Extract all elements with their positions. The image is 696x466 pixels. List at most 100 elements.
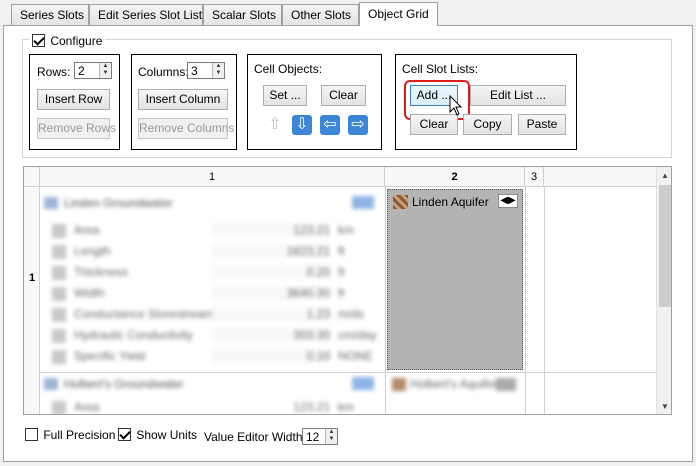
- cell-2-1-title: Holbert's Groundwater: [64, 377, 184, 391]
- remove-columns-button[interactable]: Remove Columns: [138, 118, 234, 139]
- slot-icon: [52, 350, 66, 364]
- slot-icon: [52, 401, 66, 414]
- expand-collapse-icon: [496, 378, 516, 391]
- col-header-3[interactable]: 3: [525, 167, 544, 187]
- col-header-1[interactable]: 1: [40, 167, 385, 187]
- rows-label: Rows:: [37, 65, 71, 79]
- slot-value: 123.21: [293, 400, 330, 414]
- cell-1-1[interactable]: Linden Groundwater Area 123.21 km Length…: [42, 191, 382, 371]
- slot-icon: [52, 224, 66, 238]
- row-divider: [40, 372, 656, 373]
- slot-unit: m/ds: [338, 307, 365, 321]
- configure-checkbox[interactable]: [32, 34, 45, 48]
- row-header-1[interactable]: 1: [24, 272, 40, 284]
- slot-icon: [52, 245, 66, 259]
- slot-unit: ft: [338, 286, 345, 300]
- insert-row-button[interactable]: Insert Row: [37, 89, 110, 110]
- full-precision-checkbox[interactable]: [25, 428, 38, 442]
- cell-1-2[interactable]: Linden Aquifer ◀▶: [387, 189, 523, 370]
- value-editor-width-label: Value Editor Width:: [204, 430, 306, 444]
- cell-1-2-title: Linden Aquifer: [412, 195, 489, 209]
- slot-unit: km: [338, 400, 354, 414]
- copy-slot-list-button[interactable]: Copy: [463, 114, 512, 135]
- slot-unit: cm/day: [338, 328, 377, 342]
- rows-spin-arrows[interactable]: ▲ ▼: [99, 63, 111, 78]
- row-header-column: [24, 187, 40, 414]
- full-precision-option[interactable]: Full Precision: [25, 427, 115, 442]
- move-left-icon[interactable]: ⇦: [320, 115, 340, 135]
- slot-value: 303.30: [212, 328, 330, 342]
- cell-slot-lists-label: Cell Slot Lists:: [402, 62, 479, 76]
- scrollbar-thumb[interactable]: [659, 185, 671, 307]
- object-grid[interactable]: 1 2 3 1 Linden Groundwater Area 123.21 k…: [23, 166, 672, 415]
- move-down-icon[interactable]: ⇩: [292, 115, 312, 135]
- columns-spin-arrows[interactable]: ▲ ▼: [212, 63, 224, 78]
- configure-label: Configure: [50, 33, 103, 48]
- spin-up-icon[interactable]: ▲: [326, 429, 337, 436]
- remove-rows-button[interactable]: Remove Rows: [37, 118, 116, 139]
- show-units-label: Show Units: [136, 427, 198, 442]
- show-units-option[interactable]: Show Units: [118, 427, 197, 442]
- aquifer-icon: [392, 378, 406, 391]
- slot-name: Width: [74, 286, 105, 300]
- slot-row: Width 3640.30 ft: [52, 286, 372, 302]
- rows-spinbox[interactable]: 2 ▲ ▼: [74, 62, 112, 79]
- scroll-down-icon[interactable]: ▼: [657, 400, 671, 414]
- tab-edit-series-slot-list[interactable]: Edit Series Slot List: [89, 4, 203, 25]
- col-header-2[interactable]: 2: [385, 167, 525, 187]
- clear-object-button[interactable]: Clear: [321, 85, 366, 106]
- slot-value: 1.23: [212, 307, 330, 321]
- slot-name: Thickness: [74, 265, 129, 279]
- slot-value: 1823.21: [212, 244, 330, 258]
- expand-collapse-icon[interactable]: ◀▶: [498, 194, 518, 208]
- col-divider: [385, 187, 386, 414]
- slot-unit: ft: [338, 265, 345, 279]
- cell-badge-icon: [352, 196, 374, 209]
- spin-down-icon[interactable]: ▼: [213, 70, 224, 77]
- cell-2-1[interactable]: Holbert's Groundwater Area 123.21 km: [42, 375, 382, 414]
- cell-badge-icon: [352, 377, 374, 390]
- grid-corner: [24, 167, 40, 187]
- slot-value: 123.21: [212, 223, 330, 237]
- width-spin-arrows[interactable]: ▲ ▼: [325, 429, 337, 444]
- slot-name: Conductance Storestream: [74, 307, 214, 321]
- tab-series-slots[interactable]: Series Slots: [11, 4, 89, 25]
- tab-other-slots[interactable]: Other Slots: [282, 4, 359, 25]
- slot-value: 3640.30: [212, 286, 330, 300]
- value-editor-width-spinbox[interactable]: 12 ▲ ▼: [302, 428, 338, 445]
- slot-row: Specific Yield 0.10 NONE: [52, 349, 373, 365]
- scroll-up-icon[interactable]: ▲: [657, 169, 671, 183]
- slot-value: 0.20: [212, 265, 330, 279]
- rows-value: 2: [78, 64, 85, 78]
- slot-row: Hydraulic Conductivity 303.30 cm/day: [52, 328, 377, 344]
- object-icon: [44, 197, 58, 209]
- col-divider: [544, 187, 545, 414]
- configure-checkbox-row[interactable]: Configure: [29, 33, 106, 48]
- slot-name: Area: [74, 223, 100, 237]
- spin-up-icon[interactable]: ▲: [213, 63, 224, 70]
- slot-unit: NONE: [338, 349, 373, 363]
- show-units-checkbox[interactable]: [118, 428, 131, 442]
- tab-object-grid[interactable]: Object Grid: [359, 2, 438, 26]
- slot-row: Thickness 0.20 ft: [52, 265, 372, 281]
- paste-slot-list-button[interactable]: Paste: [518, 114, 566, 135]
- set-object-button[interactable]: Set ...: [263, 85, 307, 106]
- spin-up-icon[interactable]: ▲: [100, 63, 111, 70]
- slot-unit: km: [338, 223, 354, 237]
- clear-slot-list-button[interactable]: Clear: [410, 114, 458, 135]
- move-right-icon[interactable]: ⇨: [348, 115, 368, 135]
- grid-vertical-scrollbar[interactable]: ▲ ▼: [656, 167, 671, 414]
- slot-name: Area: [74, 400, 100, 414]
- tab-scalar-slots[interactable]: Scalar Slots: [203, 4, 282, 25]
- move-up-icon[interactable]: ⇧: [265, 115, 285, 135]
- full-precision-label: Full Precision: [43, 427, 116, 442]
- cell-2-2[interactable]: Holbert's Aquifer: [388, 375, 522, 399]
- insert-column-button[interactable]: Insert Column: [138, 89, 228, 110]
- spin-down-icon[interactable]: ▼: [326, 436, 337, 443]
- slot-name: Length: [74, 244, 111, 258]
- columns-spinbox[interactable]: 3 ▲ ▼: [187, 62, 225, 79]
- spin-down-icon[interactable]: ▼: [100, 70, 111, 77]
- edit-list-button[interactable]: Edit List ...: [470, 85, 566, 106]
- value-editor-width-value: 12: [306, 430, 320, 444]
- cell-2-2-title: Holbert's Aquifer: [410, 377, 498, 391]
